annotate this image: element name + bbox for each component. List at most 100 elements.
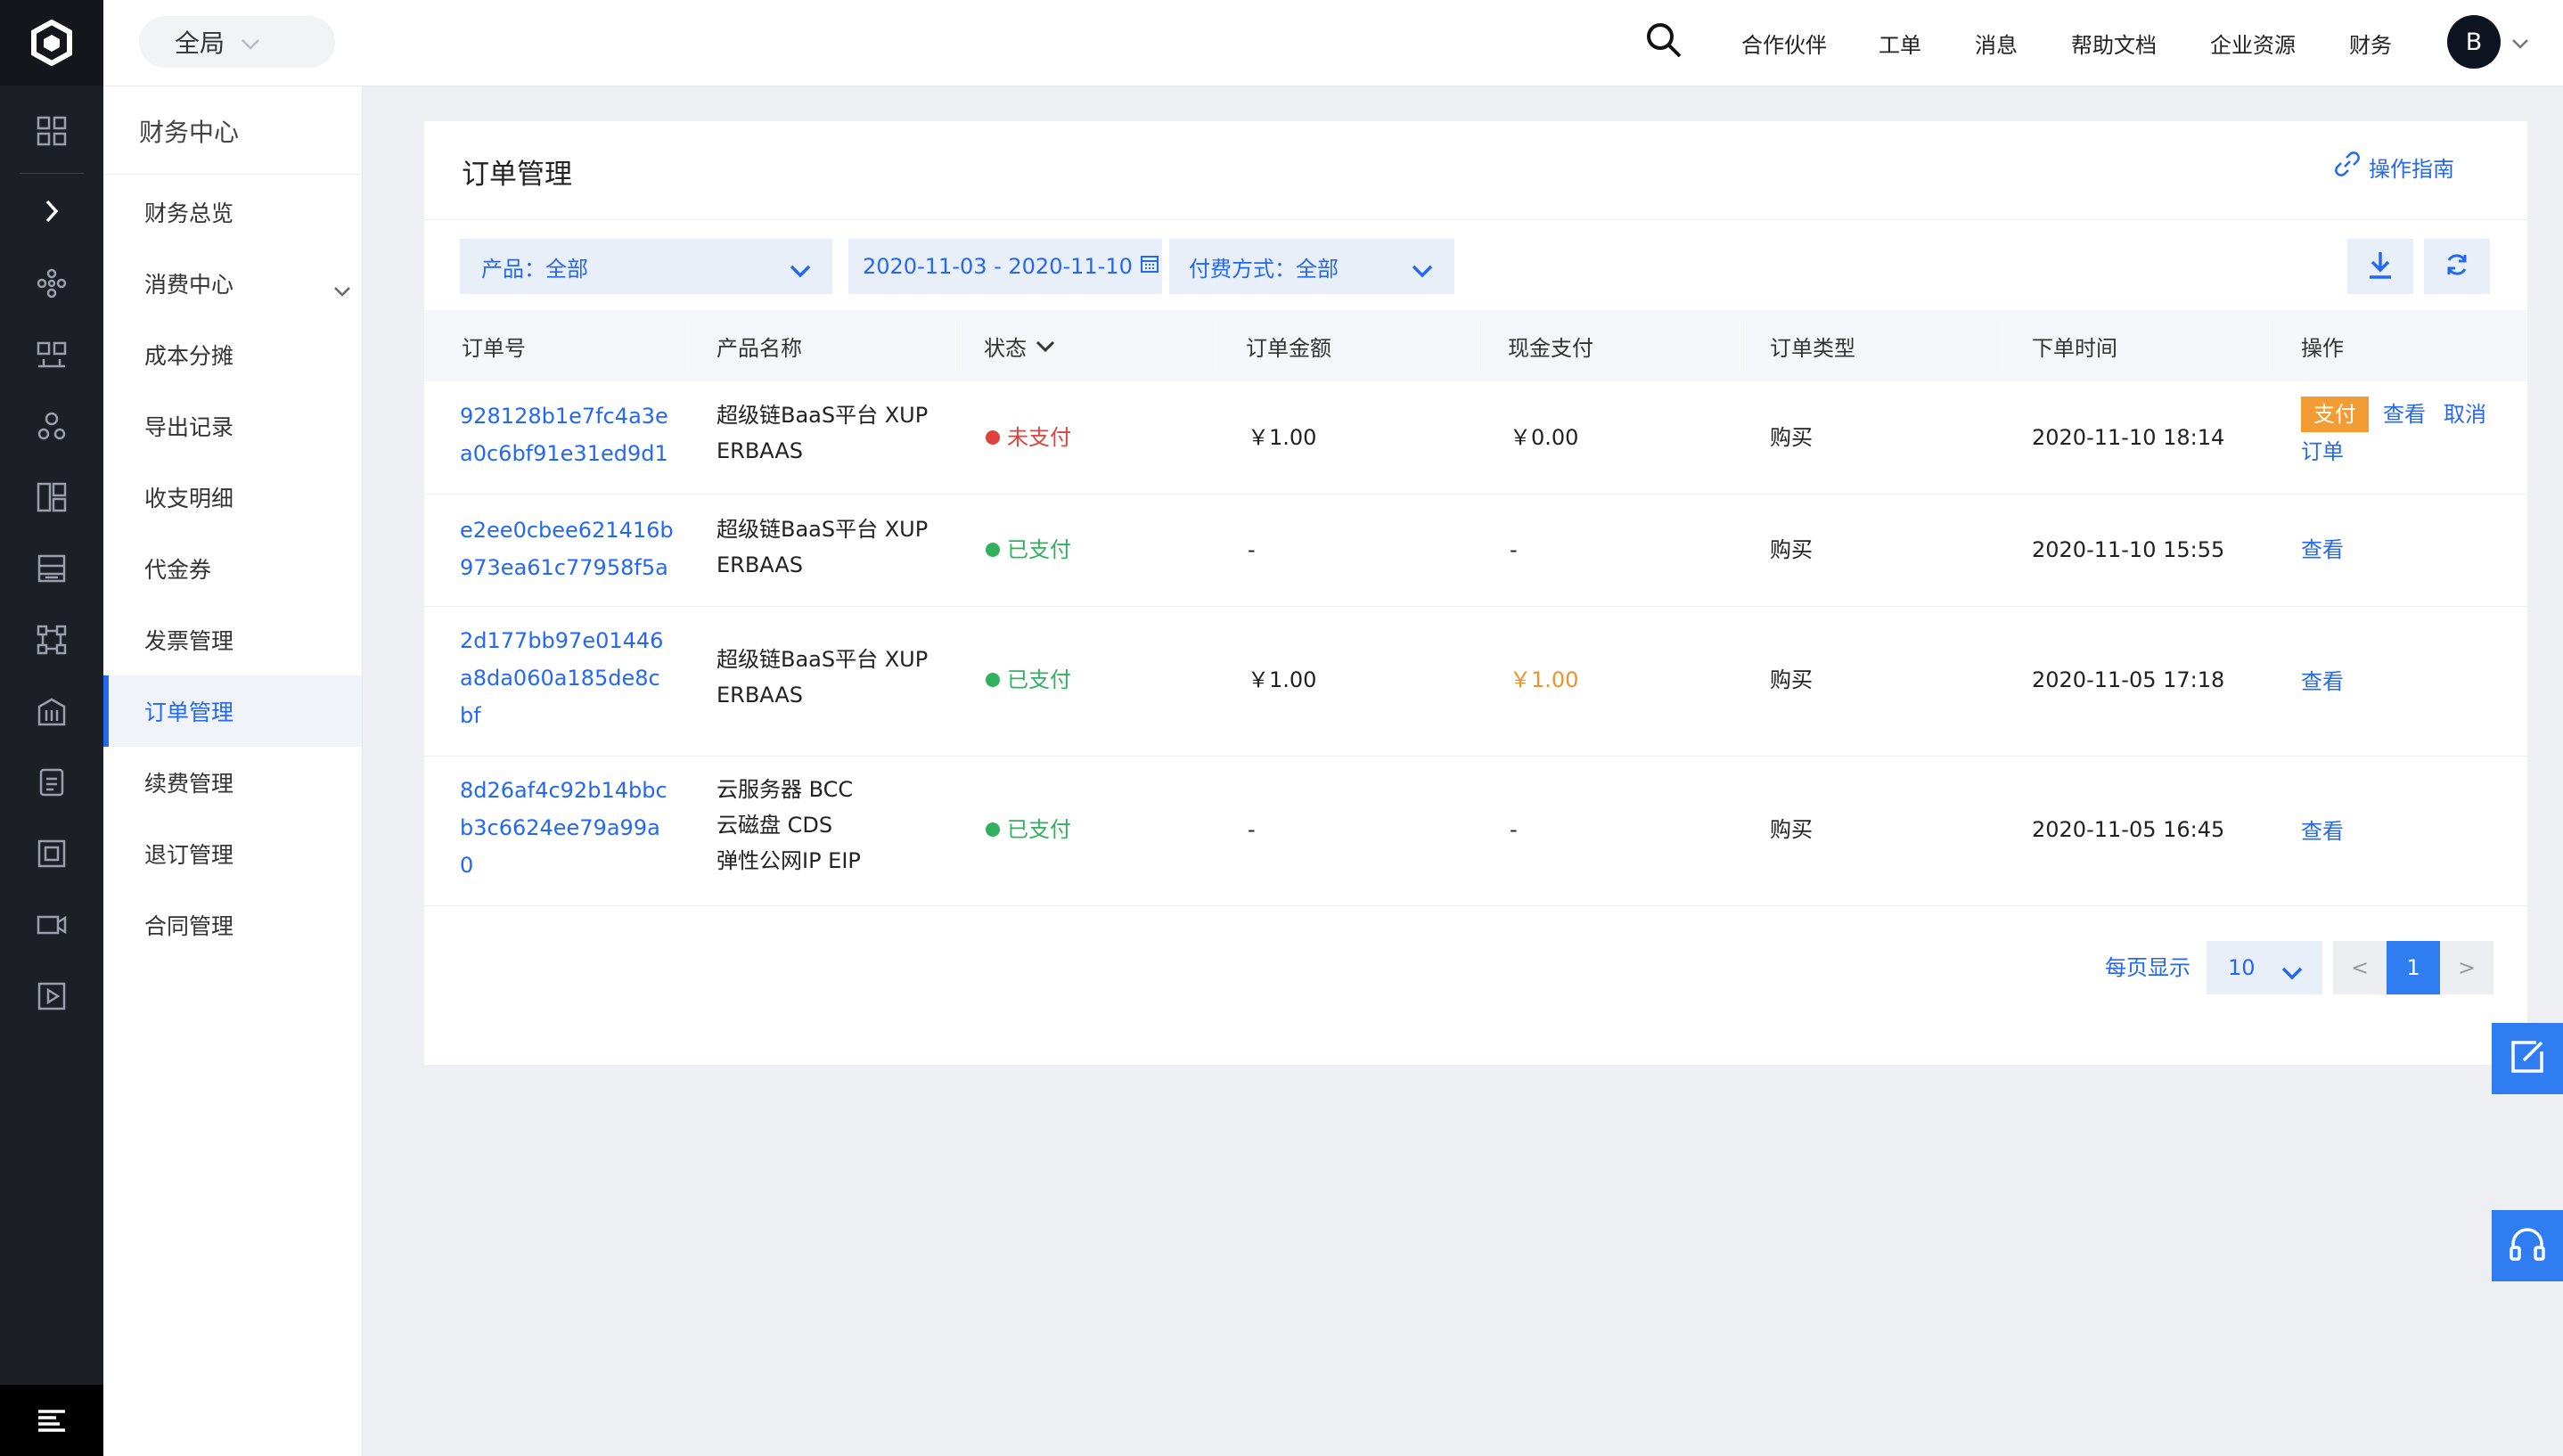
- sidebar-item-cost-allocation[interactable]: 成本分摊: [103, 319, 362, 390]
- product-name: 云服务器 BCC 云磁盘 CDS 弹性公网IP EIP: [716, 772, 861, 879]
- nav-partner[interactable]: 合作伙伴: [1741, 0, 1827, 86]
- table-row: 2d177bb97e01446 a8da060a185de8c bf 超级链Ba…: [424, 606, 2527, 757]
- cancel-order-link-cont[interactable]: 订单: [2301, 433, 2515, 470]
- col-actions: 操作: [2301, 335, 2344, 361]
- play-icon[interactable]: [0, 969, 103, 1023]
- grid-icon[interactable]: [0, 470, 103, 524]
- top-bar: 全局 合作伙伴 工单 消息 帮助文档 企业资源 财务 B: [103, 0, 2563, 86]
- order-type: 购买: [1770, 667, 1813, 692]
- order-time: 2020-11-10 15:55: [2032, 537, 2225, 562]
- status-badge: 已支付: [986, 811, 1071, 848]
- avatar[interactable]: B: [2447, 15, 2501, 69]
- nav-enterprise[interactable]: 企业资源: [2210, 0, 2296, 86]
- nav-finance[interactable]: 财务: [2349, 0, 2392, 86]
- sidebar-item-vouchers[interactable]: 代金券: [103, 533, 362, 604]
- per-page-value: 10: [2228, 955, 2256, 980]
- chevron-down-icon: [790, 258, 811, 283]
- cash-paid: ￥0.00: [1510, 425, 1579, 450]
- sidebar-item-label: 订单管理: [144, 699, 234, 725]
- sidebar-item-label: 消费中心: [144, 272, 234, 298]
- download-icon: [2367, 249, 2394, 283]
- pay-method-label: 付费方式：全部: [1189, 256, 1339, 282]
- building-icon[interactable]: [0, 684, 103, 738]
- pay-button[interactable]: 支付: [2301, 397, 2369, 432]
- users-icon[interactable]: [0, 399, 103, 453]
- status-badge: 未支付: [986, 419, 1071, 456]
- chevron-down-icon[interactable]: [2511, 36, 2529, 53]
- date-range-picker[interactable]: 2020-11-03 - 2020-11-10: [848, 239, 1162, 294]
- order-id-link[interactable]: 8d26af4c92b14bbc b3c6624ee79a99a 0: [460, 772, 667, 884]
- sidebar-item-overview[interactable]: 财务总览: [103, 176, 362, 248]
- order-type: 购买: [1770, 425, 1813, 450]
- scope-selector[interactable]: 全局: [139, 16, 335, 68]
- icon-rail: [0, 0, 103, 1456]
- per-page-select[interactable]: 10: [2207, 941, 2322, 994]
- menu-icon[interactable]: [0, 1385, 103, 1456]
- prev-page-button[interactable]: <: [2333, 941, 2387, 994]
- sidebar-item-label: 成本分摊: [144, 343, 234, 369]
- product-line: 超级链BaaS平台 XUP: [716, 517, 929, 542]
- sidebar-item-label: 财务总览: [144, 200, 234, 226]
- product-name: 超级链BaaS平台 XUP ERBAAS: [716, 511, 928, 583]
- edit-icon: [2510, 1039, 2545, 1078]
- next-page-button[interactable]: >: [2440, 941, 2493, 994]
- order-type: 购买: [1770, 537, 1813, 562]
- sidebar-item-refunds[interactable]: 退订管理: [103, 818, 362, 889]
- pay-method-filter[interactable]: 付费方式：全部: [1169, 239, 1454, 294]
- calendar-icon: [1140, 254, 1159, 279]
- sidebar-item-transactions[interactable]: 收支明细: [103, 462, 362, 533]
- order-id-link[interactable]: 928128b1e7fc4a3e a0c6bf91e31ed9d1: [460, 397, 668, 472]
- dashboard-icon[interactable]: [0, 104, 103, 158]
- product-name: 超级链BaaS平台 XUP ERBAAS: [716, 397, 928, 469]
- order-type: 购买: [1770, 817, 1813, 842]
- sidebar-item-export-records[interactable]: 导出记录: [103, 390, 362, 462]
- page-1-button[interactable]: 1: [2387, 941, 2440, 994]
- order-id-link[interactable]: 2d177bb97e01446 a8da060a185de8c bf: [460, 622, 663, 734]
- product-line: 超级链BaaS平台 XUP: [716, 647, 929, 672]
- sidebar-item-consumption[interactable]: 消费中心: [103, 248, 362, 319]
- product-line: 弹性公网IP EIP: [716, 848, 861, 873]
- guide-link[interactable]: 操作指南: [2333, 150, 2454, 184]
- order-id-link[interactable]: e2ee0cbee621416b 973ea61c77958f5a: [460, 511, 674, 586]
- logo-icon[interactable]: [0, 0, 103, 86]
- status-label: 未支付: [1007, 425, 1071, 450]
- view-link[interactable]: 查看: [2383, 396, 2426, 433]
- chevron-down-icon: [1036, 333, 1055, 358]
- frame-icon[interactable]: [0, 827, 103, 880]
- table-row: e2ee0cbee621416b 973ea61c77958f5a 超级链Baa…: [424, 494, 2527, 607]
- sidebar-item-contracts[interactable]: 合同管理: [103, 889, 362, 961]
- col-product: 产品名称: [716, 335, 802, 361]
- scope-label: 全局: [175, 29, 225, 58]
- apps-icon[interactable]: [0, 328, 103, 381]
- sidebar-item-orders[interactable]: 订单管理: [103, 675, 362, 747]
- order-id-line: 0: [460, 853, 474, 878]
- order-time: 2020-11-10 18:14: [2032, 425, 2225, 450]
- download-button[interactable]: [2347, 239, 2413, 294]
- product-filter[interactable]: 产品：全部: [460, 239, 832, 294]
- search-icon[interactable]: [1645, 21, 1683, 62]
- view-link[interactable]: 查看: [2301, 813, 2344, 850]
- nav-help-docs[interactable]: 帮助文档: [2071, 0, 2157, 86]
- nav-ticket[interactable]: 工单: [1879, 0, 1921, 86]
- view-link[interactable]: 查看: [2301, 663, 2344, 700]
- storage-icon[interactable]: [0, 542, 103, 595]
- database-icon[interactable]: [0, 756, 103, 809]
- feedback-button[interactable]: [2492, 1023, 2563, 1094]
- nav-messages[interactable]: 消息: [1975, 0, 2018, 86]
- sidebar-item-invoices[interactable]: 发票管理: [103, 604, 362, 675]
- video-icon[interactable]: [0, 898, 103, 952]
- cancel-order-link[interactable]: 取消: [2444, 396, 2486, 433]
- col-type: 订单类型: [1770, 335, 1855, 361]
- chevron-down-icon: [2281, 961, 2303, 986]
- support-button[interactable]: [2492, 1210, 2563, 1281]
- col-order-id: 订单号: [462, 335, 526, 361]
- view-link[interactable]: 查看: [2301, 531, 2344, 568]
- per-page-label: 每页显示: [2105, 955, 2190, 980]
- sidebar-item-renewals[interactable]: 续费管理: [103, 747, 362, 818]
- product-line: 超级链BaaS平台 XUP: [716, 403, 929, 428]
- col-status[interactable]: 状态: [946, 310, 1205, 381]
- network-icon[interactable]: [0, 613, 103, 667]
- expand-icon[interactable]: [0, 184, 103, 238]
- refresh-button[interactable]: [2424, 239, 2490, 294]
- nodes-icon[interactable]: [0, 257, 103, 310]
